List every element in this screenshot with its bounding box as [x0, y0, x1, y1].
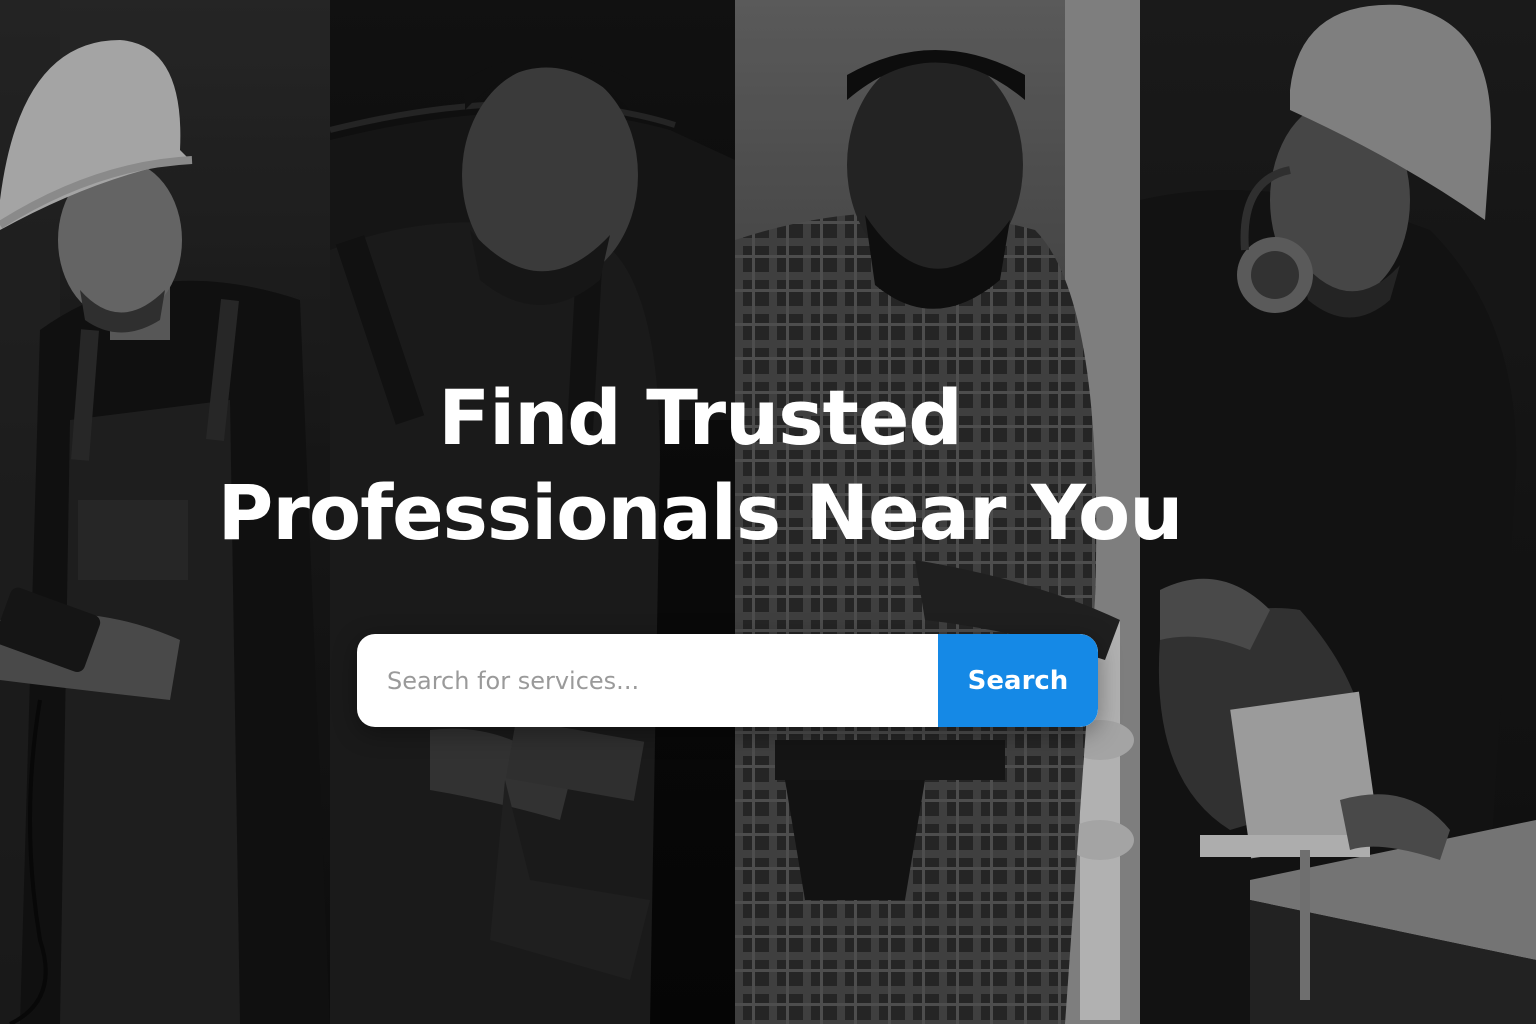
headline-line-2: Professionals Near You [217, 468, 1184, 557]
hero-headline: Find Trusted Professionals Near You [0, 370, 1400, 560]
search-input[interactable] [357, 634, 938, 727]
hero-section: Find Trusted Professionals Near You Sear… [0, 0, 1536, 1024]
search-bar: Search [357, 634, 1098, 727]
search-button[interactable]: Search [938, 634, 1098, 727]
headline-line-1: Find Trusted [438, 373, 963, 462]
